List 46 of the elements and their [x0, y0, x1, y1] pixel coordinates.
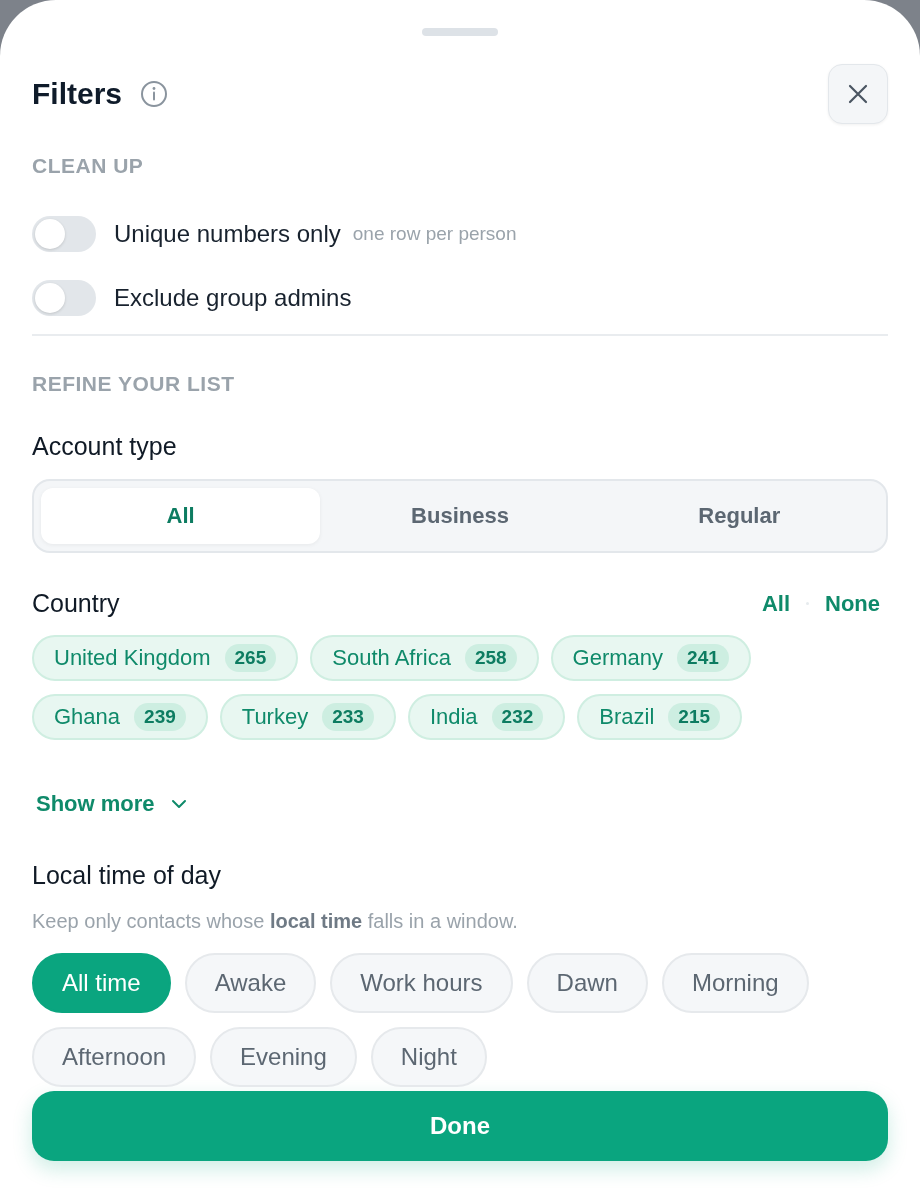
- close-icon: [847, 83, 869, 105]
- field-label: Country: [32, 589, 120, 618]
- toggle-switch[interactable]: [32, 216, 96, 252]
- drag-handle[interactable]: [422, 28, 498, 36]
- segment-option[interactable]: Business: [320, 488, 600, 544]
- time-chip[interactable]: Awake: [184, 953, 317, 1013]
- count-badge: 258: [464, 644, 517, 672]
- country-chip[interactable]: Turkey 233: [219, 694, 396, 740]
- count-badge: 232: [491, 703, 544, 731]
- description-text: Keep only contacts whose local time falls in a window.: [32, 910, 519, 933]
- toggle-label: Unique numbers only: [114, 220, 341, 248]
- time-chip[interactable]: Morning: [661, 953, 809, 1013]
- time-chip[interactable]: Evening: [210, 1027, 357, 1087]
- time-chip[interactable]: Dawn: [526, 953, 648, 1013]
- sheet-title: Filters: [32, 77, 123, 111]
- show-more-link[interactable]: Show more: [36, 791, 187, 817]
- country-chip[interactable]: Brazil 215: [577, 694, 743, 740]
- chevron-down-icon: [170, 799, 187, 809]
- count-badge: 233: [322, 703, 374, 731]
- country-chip[interactable]: India 232: [407, 694, 566, 740]
- select-link[interactable]: None: [825, 590, 880, 617]
- section-heading: REFINE YOUR LIST: [32, 372, 236, 396]
- toggle-switch[interactable]: [32, 280, 96, 316]
- time-chip[interactable]: Night: [370, 1027, 487, 1087]
- field-label: Account type: [32, 432, 178, 461]
- count-badge: 241: [677, 644, 729, 672]
- info-icon[interactable]: [140, 80, 169, 108]
- done-button[interactable]: Done: [32, 1091, 888, 1161]
- count-badge: 215: [668, 703, 721, 731]
- select-link[interactable]: All: [761, 590, 790, 617]
- time-chip[interactable]: All time: [32, 953, 171, 1013]
- toggle-hint: one row per person: [352, 223, 517, 245]
- country-chip[interactable]: Ghana 239: [32, 694, 208, 740]
- time-chip[interactable]: Afternoon: [32, 1027, 197, 1087]
- country-chip[interactable]: Germany 241: [550, 635, 751, 681]
- country-chip[interactable]: South Africa 258: [310, 635, 539, 681]
- count-badge: 265: [224, 644, 277, 672]
- close-button[interactable]: [828, 64, 888, 124]
- count-badge: 239: [134, 703, 186, 731]
- section-heading: CLEAN UP: [32, 154, 145, 178]
- toggle-label: Exclude group admins: [114, 284, 352, 312]
- segment-option[interactable]: All: [41, 488, 321, 544]
- segment-option[interactable]: Regular: [599, 488, 879, 544]
- country-chip[interactable]: United Kingdom 265: [32, 635, 299, 681]
- field-label: Local time of day: [32, 861, 222, 890]
- time-chip[interactable]: Work hours: [330, 953, 513, 1013]
